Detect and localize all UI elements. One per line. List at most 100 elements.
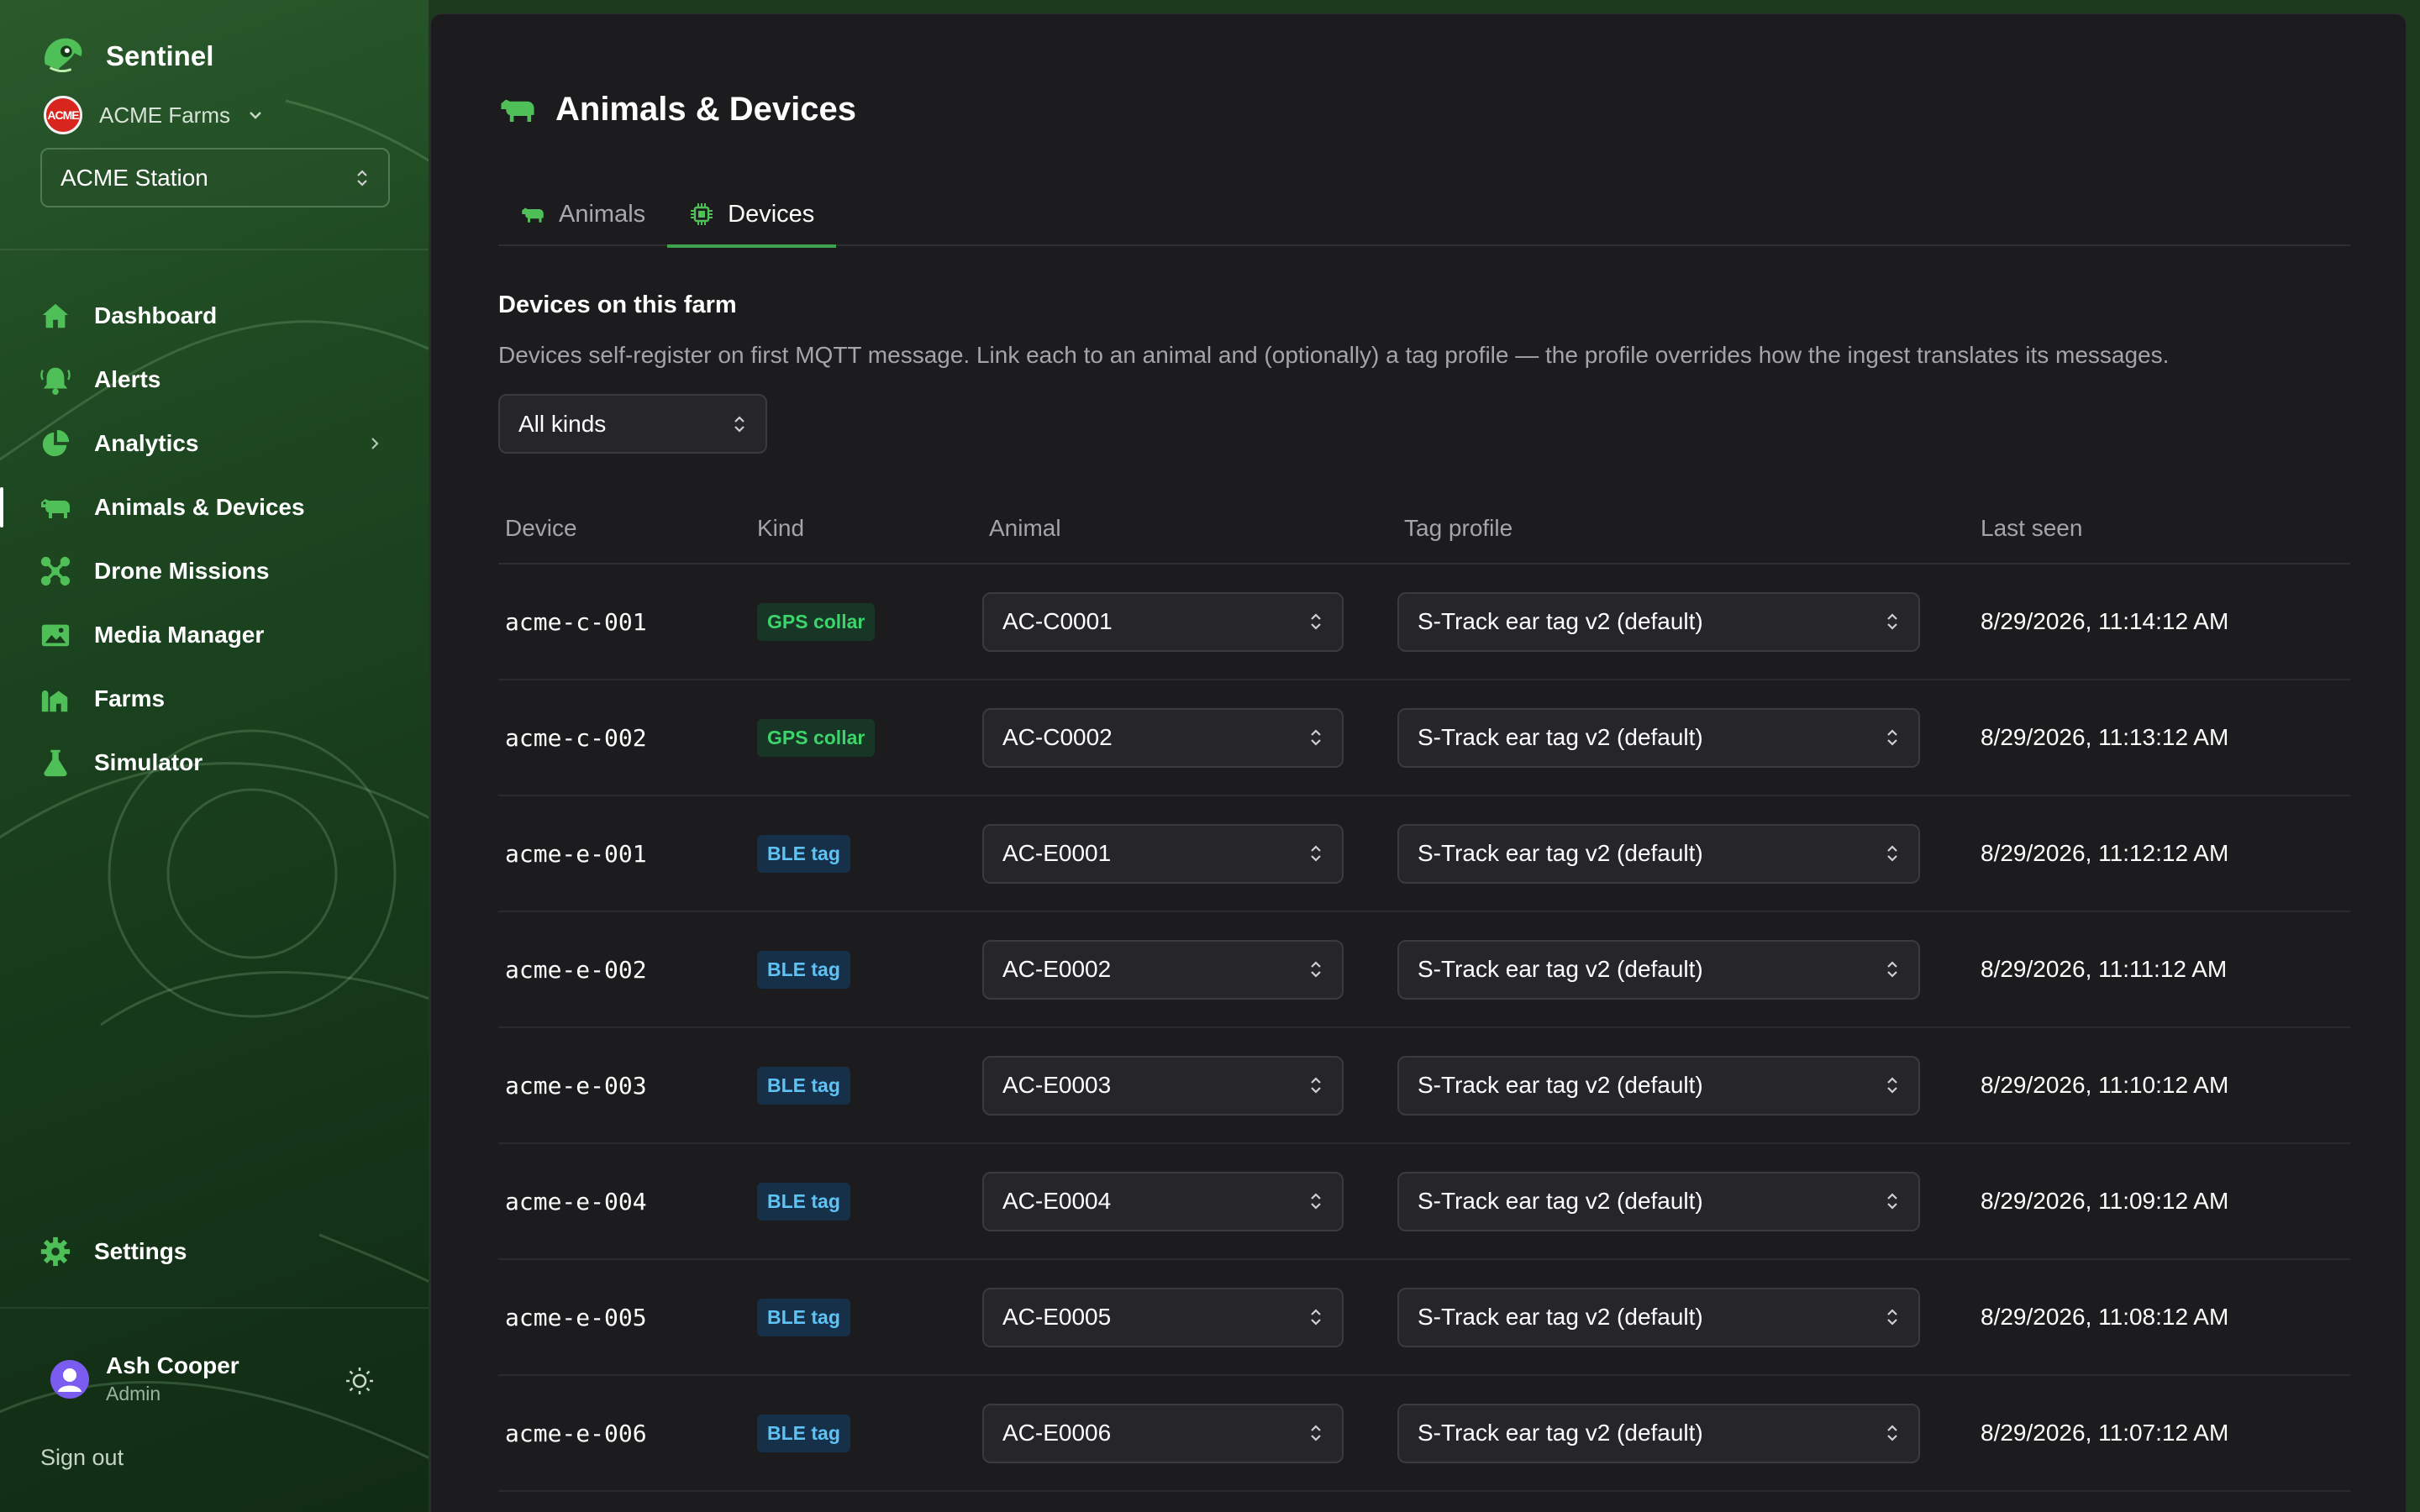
tag-profile-cell <box>1397 1491 1974 1512</box>
animal-select[interactable]: AC-E0006 <box>982 1403 1344 1463</box>
page-title: Animals & Devices <box>555 90 856 128</box>
tag-profile-select[interactable]: S-Track ear tag v2 (default) <box>1397 1287 1920 1347</box>
sidebar: Sentinel ACME ACME Farms ACME Station Da… <box>0 0 429 1512</box>
table-row: acme-e-001 BLE tag AC-E0001 S-Track ear tag… <box>498 795 2350 912</box>
select-arrows-icon <box>1887 729 1897 746</box>
last-seen-cell: 8/29/2026, 11:13:12 AM <box>1974 680 2350 796</box>
animal-select-value: AC-E0004 <box>1002 1188 1112 1214</box>
animal-select[interactable]: AC-E0002 <box>982 939 1344 1000</box>
select-arrows-icon <box>1311 1193 1321 1210</box>
tag-profile-select[interactable]: S-Track ear tag v2 (default) <box>1397 591 1920 652</box>
nav-label: Analytics <box>94 430 199 456</box>
brand[interactable]: Sentinel <box>39 32 213 81</box>
tag-profile-select-value: S-Track ear tag v2 (default) <box>1418 1188 1703 1214</box>
kind-cell: BLE tag <box>750 795 982 912</box>
column-header-kind: Kind <box>750 493 982 564</box>
kind-badge: BLE tag <box>757 834 850 873</box>
app-name: Sentinel <box>106 40 214 71</box>
kind-cell: BLE tag <box>750 1027 982 1144</box>
animal-select[interactable]: AC-C0001 <box>982 591 1344 652</box>
tab-bar: Animals Devices <box>498 182 2350 248</box>
avatar <box>50 1359 89 1399</box>
animal-cell: AC-E0005 <box>982 1259 1397 1376</box>
theme-toggle-sun-icon[interactable] <box>345 1366 375 1396</box>
device-cell: acme-e-005 <box>498 1259 750 1376</box>
device-id: acme-e-005 <box>505 1303 647 1331</box>
device-cell: acme-e-001 <box>498 795 750 912</box>
user-role: Admin <box>106 1383 161 1404</box>
nav-label: Settings <box>94 1238 187 1264</box>
kind-cell: BLE tag <box>750 1375 982 1492</box>
tab-label: Devices <box>728 200 815 228</box>
select-arrows-icon <box>1311 961 1321 978</box>
select-arrows-icon <box>1311 845 1321 862</box>
nav-item-animals-devices[interactable]: Animals & Devices <box>0 475 429 539</box>
kind-cell: BLE tag <box>750 911 982 1028</box>
user-profile[interactable]: Ash Cooper Admin <box>50 1352 239 1405</box>
nav-item-drone-missions[interactable]: Drone Missions <box>0 539 429 603</box>
last-seen-value: 8/29/2026, 11:10:12 AM <box>1981 1072 2229 1098</box>
tag-profile-select-value: S-Track ear tag v2 (default) <box>1418 840 1703 866</box>
nav-item-media-manager[interactable]: Media Manager <box>0 603 429 667</box>
device-cell: acme-e-006 <box>498 1375 750 1492</box>
select-arrows-icon <box>734 415 744 433</box>
animal-cell: AC-E0003 <box>982 1027 1397 1144</box>
animal-select-value: AC-E0003 <box>1002 1072 1112 1098</box>
nav-item-settings[interactable]: Settings <box>0 1220 429 1284</box>
tab-devices[interactable]: Devices <box>667 182 837 248</box>
kind-filter-select[interactable]: All kinds <box>498 394 767 454</box>
chevron-down-icon <box>250 112 261 119</box>
tag-profile-select[interactable]: S-Track ear tag v2 (default) <box>1397 939 1920 1000</box>
tag-profile-select[interactable]: S-Track ear tag v2 (default) <box>1397 823 1920 884</box>
select-arrows-icon <box>1311 1425 1321 1441</box>
tag-profile-select[interactable]: S-Track ear tag v2 (default) <box>1397 1171 1920 1231</box>
nav-item-dashboard[interactable]: Dashboard <box>0 284 429 348</box>
tab-animals[interactable]: Animals <box>498 182 667 246</box>
device-id: acme-e-001 <box>505 839 647 868</box>
select-arrows-icon <box>1311 1309 1321 1326</box>
select-arrows-icon <box>1311 613 1321 630</box>
select-arrows-icon <box>357 169 367 186</box>
last-seen-cell <box>1974 1491 2350 1512</box>
last-seen-cell: 8/29/2026, 11:14:12 AM <box>1974 564 2350 680</box>
animal-select[interactable]: AC-E0005 <box>982 1287 1344 1347</box>
tag-profile-select[interactable]: S-Track ear tag v2 (default) <box>1397 1403 1920 1463</box>
tag-profile-cell: S-Track ear tag v2 (default) <box>1397 1027 1974 1144</box>
main-nav: Dashboard Alerts Analytics Animals & Dev… <box>0 284 429 795</box>
device-cell: acme-c-001 <box>498 564 750 680</box>
animal-select-value: AC-E0002 <box>1002 956 1112 982</box>
settings-section: Settings <box>0 1220 429 1284</box>
animal-cell: AC-E0006 <box>982 1375 1397 1492</box>
nav-item-analytics[interactable]: Analytics <box>0 412 429 475</box>
sign-out-link[interactable]: Sign out <box>40 1445 124 1471</box>
divider <box>0 1307 429 1309</box>
animal-select[interactable]: AC-E0004 <box>982 1171 1344 1231</box>
animal-select[interactable]: AC-C0002 <box>982 707 1344 768</box>
kind-badge: BLE tag <box>757 950 850 989</box>
nav-item-simulator[interactable]: Simulator <box>0 731 429 795</box>
tag-profile-select[interactable]: S-Track ear tag v2 (default) <box>1397 1055 1920 1116</box>
cow-icon <box>522 207 544 223</box>
station-select-value: ACME Station <box>60 164 208 191</box>
animal-select[interactable]: AC-E0003 <box>982 1055 1344 1116</box>
tag-profile-cell: S-Track ear tag v2 (default) <box>1397 1259 1974 1376</box>
animal-select[interactable]: AC-E0001 <box>982 823 1344 884</box>
column-header-tag-profile: Tag profile <box>1397 493 1974 564</box>
drone-icon <box>39 554 72 588</box>
kind-badge: BLE tag <box>757 1414 850 1452</box>
table-row: acme-e-004 BLE tag AC-E0004 S-Track ear tag… <box>498 1143 2350 1260</box>
tag-profile-select-value: S-Track ear tag v2 (default) <box>1418 724 1703 750</box>
select-arrows-icon <box>1311 1077 1321 1094</box>
kind-badge: BLE tag <box>757 1066 850 1105</box>
kind-badge: BLE tag <box>757 1182 850 1221</box>
kind-cell: BLE tag <box>750 1259 982 1376</box>
org-switcher[interactable]: ACME ACME Farms <box>44 96 264 134</box>
tab-label: Animals <box>559 200 646 228</box>
nav-item-farms[interactable]: Farms <box>0 667 429 731</box>
tag-profile-select[interactable]: S-Track ear tag v2 (default) <box>1397 707 1920 768</box>
select-arrows-icon <box>1887 1309 1897 1326</box>
station-select[interactable]: ACME Station <box>40 148 390 207</box>
animal-select-value: AC-E0005 <box>1002 1304 1112 1330</box>
nav-item-alerts[interactable]: Alerts <box>0 348 429 412</box>
divider <box>0 249 429 250</box>
